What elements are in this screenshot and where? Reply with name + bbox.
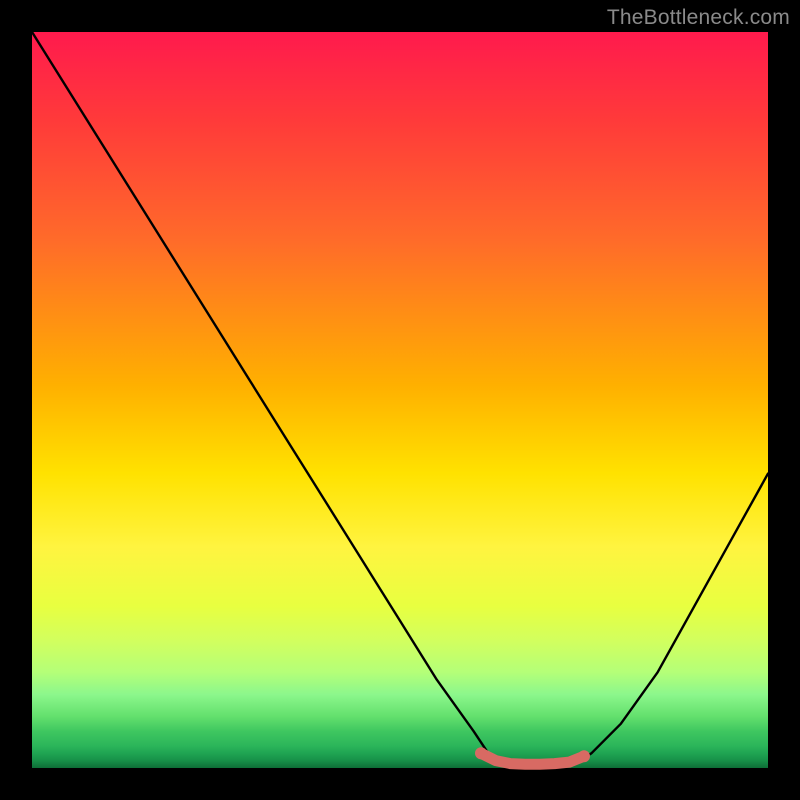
chart-frame: TheBottleneck.com [0, 0, 800, 800]
chart-svg [32, 32, 768, 768]
chart-plot-area [32, 32, 768, 768]
watermark: TheBottleneck.com [607, 6, 790, 30]
bottleneck-curve [32, 32, 768, 766]
highlight-band [475, 747, 590, 764]
